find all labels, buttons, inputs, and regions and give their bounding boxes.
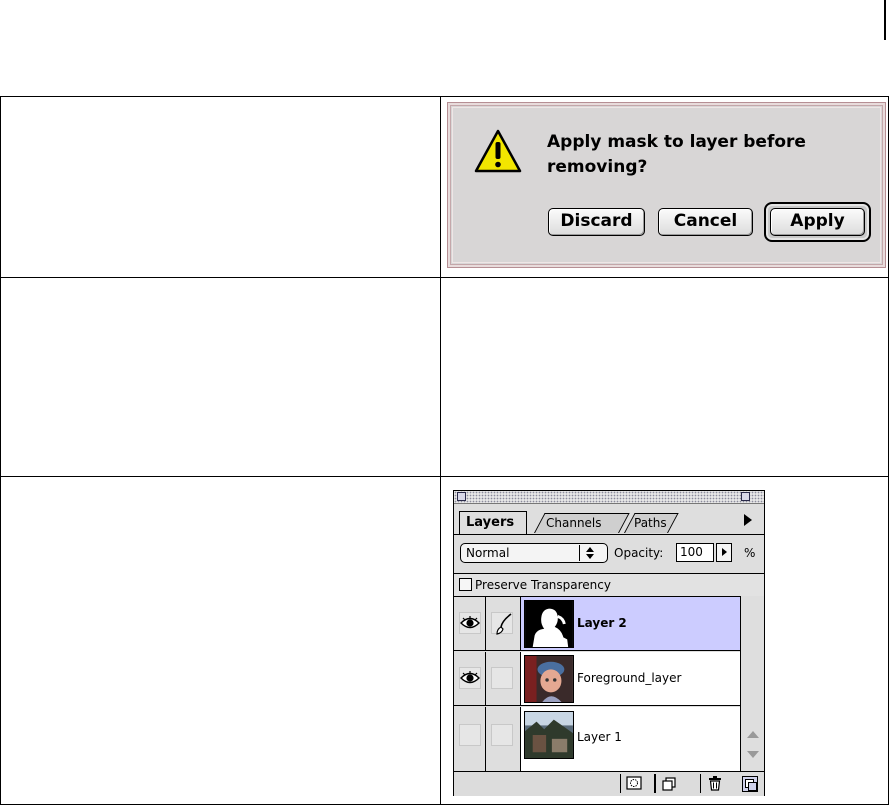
discard-button[interactable]: Discard <box>548 208 645 236</box>
link-cell[interactable] <box>486 707 521 771</box>
scroll-down-arrow-icon[interactable] <box>747 751 759 758</box>
table-rule <box>0 96 1 805</box>
collapse-box-icon[interactable] <box>741 492 750 501</box>
layer-thumbnail <box>524 711 574 759</box>
table-rule <box>0 476 889 477</box>
layers-scrollbar[interactable] <box>740 596 764 771</box>
new-layer-button[interactable] <box>654 774 680 793</box>
visibility-slot <box>459 724 481 746</box>
opacity-slider-arrow-icon[interactable] <box>716 543 732 562</box>
resize-handle-part <box>748 782 757 791</box>
trash-icon <box>709 776 721 791</box>
preserve-transparency-row: Preserve Transparency <box>454 573 764 597</box>
apply-mask-dialog <box>447 102 886 268</box>
layer-name: Layer 2 <box>577 616 627 630</box>
layer-row-layer-2[interactable]: Layer 2 <box>454 597 740 651</box>
table-rule <box>0 277 889 278</box>
tab-paths[interactable]: Paths <box>628 513 667 533</box>
link-slot <box>491 724 513 746</box>
layers-palette: Paths Channels Layers Normal Opacity: 10… <box>453 490 765 796</box>
preserve-transparency-checkbox[interactable] <box>459 578 472 591</box>
apply-button[interactable]: Apply <box>770 208 865 236</box>
layer-name: Layer 1 <box>577 730 622 744</box>
preserve-transparency-label: Preserve Transparency <box>475 578 611 592</box>
blend-mode-value: Normal <box>466 546 510 560</box>
eye-icon <box>460 671 480 684</box>
table-rule <box>440 96 441 805</box>
palette-titlebar[interactable] <box>454 491 764 504</box>
mask-icon <box>626 776 642 790</box>
link-slot <box>491 667 513 689</box>
palette-tabs: Paths Channels Layers <box>454 504 764 534</box>
opacity-input[interactable]: 100 <box>676 543 714 562</box>
tab-layers[interactable]: Layers <box>459 511 527 534</box>
tab-channels[interactable]: Channels <box>540 513 602 533</box>
brush-icon <box>496 613 512 635</box>
warning-icon <box>474 129 522 173</box>
tab-strip-divider <box>454 534 764 535</box>
layer-row-foreground-layer[interactable]: Foreground_layer <box>454 652 740 706</box>
visibility-cell[interactable] <box>454 652 486 705</box>
cancel-button[interactable]: Cancel <box>658 208 753 236</box>
palette-menu-arrow-icon[interactable] <box>744 514 752 526</box>
opacity-label: Opacity: <box>614 546 664 560</box>
palette-bottom-bar <box>454 771 764 796</box>
link-cell[interactable] <box>486 652 521 705</box>
table-rule <box>888 96 889 805</box>
delete-layer-button[interactable] <box>700 774 726 793</box>
dialog-message: Apply mask to layer before removing? <box>547 132 806 177</box>
resize-handle-icon[interactable] <box>742 776 758 792</box>
eye-icon <box>460 616 480 629</box>
mask-button[interactable] <box>620 774 646 793</box>
visibility-cell[interactable] <box>454 597 486 650</box>
scroll-up-arrow-icon[interactable] <box>747 731 759 738</box>
layer-row-layer-1[interactable]: Layer 1 <box>454 707 740 771</box>
opacity-percent-sign: % <box>744 546 756 560</box>
layer-name: Foreground_layer <box>577 671 682 685</box>
updown-arrows-icon[interactable] <box>579 545 600 561</box>
layer-thumbnail <box>524 655 574 703</box>
page-edge-marker <box>884 0 886 40</box>
link-cell[interactable] <box>486 597 521 650</box>
table-rule <box>0 96 889 97</box>
layer-thumbnail <box>524 600 574 648</box>
new-layer-icon <box>662 777 676 791</box>
close-box-icon[interactable] <box>457 492 466 501</box>
visibility-cell[interactable] <box>454 707 486 771</box>
